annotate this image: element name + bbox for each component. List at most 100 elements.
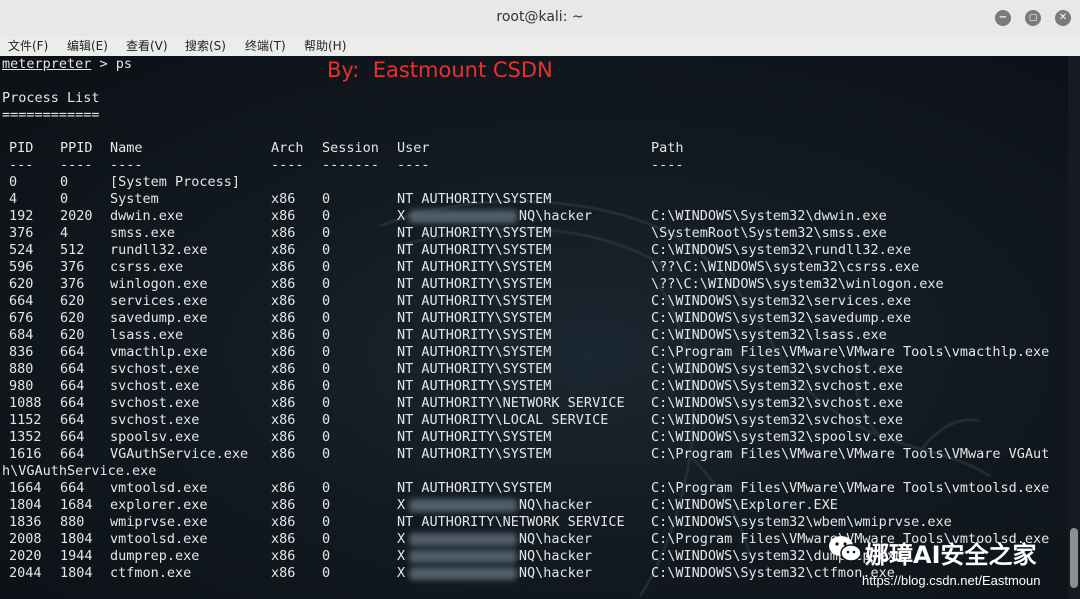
- row-session: 0: [322, 446, 331, 462]
- row-ppid: 620: [60, 293, 85, 309]
- row-session: 0: [322, 191, 331, 207]
- row-name: vmacthlp.exe: [110, 344, 208, 360]
- row-arch: x86: [271, 548, 296, 564]
- row-path: C:\WINDOWS\system32\services.exe: [651, 293, 912, 309]
- scrollbar[interactable]: [1068, 56, 1080, 599]
- row-pid: 1352: [9, 429, 42, 445]
- row-pid: 596: [9, 259, 34, 275]
- row-pid: 2008: [9, 531, 42, 547]
- row-name: lsass.exe: [110, 327, 184, 343]
- row-user: NT AUTHORITY\SYSTEM: [397, 242, 552, 258]
- wechat-account-label: 娜璋AI安全之家: [865, 541, 1037, 569]
- row-pid: 4: [9, 191, 18, 207]
- menu-help[interactable]: 帮助(H): [304, 37, 346, 54]
- column-header-session: Session: [322, 140, 379, 156]
- row-pid: 1152: [9, 412, 42, 428]
- menu-search[interactable]: 搜索(S): [185, 37, 226, 54]
- row-path: C:\WINDOWS\system32\lsass.exe: [651, 327, 887, 343]
- row-name: winlogon.exe: [110, 276, 208, 292]
- close-button[interactable]: ✕: [1055, 10, 1071, 26]
- row-name: rundll32.exe: [110, 242, 208, 258]
- menu-terminal[interactable]: 终端(T): [245, 37, 286, 54]
- row-ppid: 664: [60, 361, 85, 377]
- row-path: \??\C:\WINDOWS\system32\winlogon.exe: [651, 276, 944, 292]
- row-user: NT AUTHORITY\SYSTEM: [397, 378, 552, 394]
- close-icon: ✕: [1058, 12, 1068, 23]
- row-path: \??\C:\WINDOWS\system32\csrss.exe: [651, 259, 920, 275]
- row-session: 0: [322, 429, 331, 445]
- row-user: NT AUTHORITY\LOCAL SERVICE: [397, 412, 609, 428]
- row-arch: x86: [271, 225, 296, 241]
- menu-view[interactable]: 查看(V): [126, 37, 168, 54]
- row-session: 0: [322, 225, 331, 241]
- row-arch: x86: [271, 395, 296, 411]
- column-header-ppid: PPID: [60, 140, 93, 156]
- row-session: 0: [322, 293, 331, 309]
- row-user: NT AUTHORITY\SYSTEM: [397, 344, 552, 360]
- title-bar: root@kali: ~ − ▢ ✕: [0, 0, 1080, 37]
- row-session: 0: [322, 514, 331, 530]
- row-path: C:\WINDOWS\system32\spoolsv.exe: [651, 429, 903, 445]
- row-session: 0: [322, 548, 331, 564]
- row-ppid: 4: [60, 225, 69, 241]
- row-user: NT AUTHORITY\SYSTEM: [397, 310, 552, 326]
- row-name: services.exe: [110, 293, 208, 309]
- row-ppid: 664: [60, 378, 85, 394]
- row-user: NT AUTHORITY\SYSTEM: [397, 361, 552, 377]
- menu-file[interactable]: 文件(F): [8, 37, 48, 54]
- row-ppid: 664: [60, 344, 85, 360]
- row-pid: 192: [9, 208, 34, 224]
- column-header-pid: PID: [9, 140, 34, 156]
- row-path: C:\WINDOWS\system32\svchost.exe: [651, 412, 903, 428]
- row-name: svchost.exe: [110, 361, 200, 377]
- row-arch: x86: [271, 361, 296, 377]
- row-ppid: 664: [60, 395, 85, 411]
- menu-edit[interactable]: 编辑(E): [67, 37, 108, 54]
- prompt-command: > ps: [91, 56, 133, 72]
- row-session: 0: [322, 259, 331, 275]
- column-separator-path: ----: [651, 157, 684, 173]
- row-user: NT AUTHORITY\SYSTEM: [397, 276, 552, 292]
- row-user: NT AUTHORITY\SYSTEM: [397, 293, 552, 309]
- redaction-blur: [409, 550, 517, 563]
- row-arch: x86: [271, 242, 296, 258]
- row-name: svchost.exe: [110, 395, 200, 411]
- row-path: C:\WINDOWS\system32\wbem\wmiprvse.exe: [651, 514, 952, 530]
- row-arch: x86: [271, 344, 296, 360]
- maximize-button[interactable]: ▢: [1025, 10, 1041, 26]
- row-arch: x86: [271, 259, 296, 275]
- row-pid: 880: [9, 361, 34, 377]
- row-arch: x86: [271, 293, 296, 309]
- redaction-blur: [409, 567, 517, 580]
- row-arch: x86: [271, 412, 296, 428]
- scrollbar-thumb[interactable]: [1070, 528, 1078, 588]
- row-session: 0: [322, 565, 331, 581]
- column-separator-pid: ---: [9, 157, 34, 173]
- row-pid: 1664: [9, 480, 42, 496]
- row-session: 0: [322, 480, 331, 496]
- row-pid: 524: [9, 242, 34, 258]
- row-path: C:\WINDOWS\system32\svchost.exe: [651, 395, 903, 411]
- wrapped-path-line: h\VGAuthService.exe: [2, 463, 157, 479]
- row-session: 0: [322, 242, 331, 258]
- row-session: 0: [322, 531, 331, 547]
- row-ppid: 664: [60, 412, 85, 428]
- row-arch: x86: [271, 531, 296, 547]
- window-title: root@kali: ~: [496, 9, 584, 25]
- column-header-path: Path: [651, 140, 684, 156]
- row-path: C:\WINDOWS\system32\rundll32.exe: [651, 242, 912, 258]
- row-pid: 1088: [9, 395, 42, 411]
- row-ppid: 376: [60, 276, 85, 292]
- minimize-button[interactable]: −: [995, 10, 1011, 26]
- row-ppid: 664: [60, 480, 85, 496]
- row-session: 0: [322, 497, 331, 513]
- author-watermark: By: Eastmount CSDN: [327, 58, 553, 82]
- row-arch: x86: [271, 446, 296, 462]
- redaction-blur: [409, 499, 517, 512]
- row-arch: x86: [271, 310, 296, 326]
- row-arch: x86: [271, 497, 296, 513]
- row-pid: 1616: [9, 446, 42, 462]
- row-pid: 664: [9, 293, 34, 309]
- row-path: C:\WINDOWS\system32\svchost.exe: [651, 361, 903, 377]
- row-user: NT AUTHORITY\NETWORK SERVICE: [397, 395, 625, 411]
